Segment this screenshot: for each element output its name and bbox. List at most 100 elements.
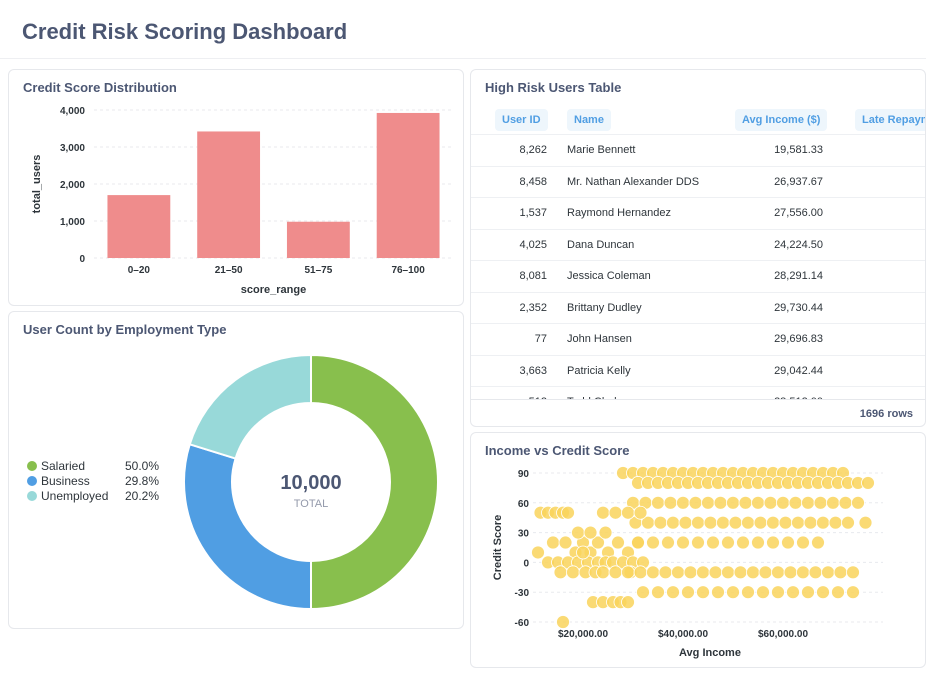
column-header-user-id[interactable]: User ID	[495, 109, 548, 131]
scatter-point[interactable]	[846, 565, 860, 580]
scatter-point[interactable]	[608, 565, 623, 580]
donut-slice-business[interactable]	[183, 443, 312, 611]
scatter-point[interactable]	[756, 585, 770, 600]
scatter-point[interactable]	[791, 515, 805, 530]
scatter-point[interactable]	[636, 585, 650, 600]
column-header-late-repayments[interactable]: Late Repaym	[855, 109, 925, 131]
scatter-point[interactable]	[786, 585, 800, 600]
scatter-point[interactable]	[753, 515, 768, 530]
scatter-point[interactable]	[726, 585, 740, 600]
scatter-point[interactable]	[633, 505, 648, 520]
scatter-point[interactable]	[813, 495, 828, 510]
scatter-point[interactable]	[711, 585, 725, 600]
credit-score-distribution-card[interactable]: Credit Score Distribution 0 1,000 2,000 3,0…	[8, 69, 464, 306]
scatter-point[interactable]	[676, 535, 690, 550]
scatter-point[interactable]	[763, 495, 778, 510]
scatter-point[interactable]	[733, 565, 748, 580]
scatter-point[interactable]	[611, 535, 625, 550]
scatter-point[interactable]	[658, 565, 673, 580]
scatter-point[interactable]	[646, 535, 660, 550]
scatter-point[interactable]	[746, 565, 760, 580]
scatter-point[interactable]	[796, 565, 810, 580]
table-row[interactable]: 3,663 Patricia Kelly 29,042.44	[471, 354, 925, 386]
scatter-point[interactable]	[561, 505, 575, 520]
scatter-point[interactable]	[661, 535, 675, 550]
scatter-point[interactable]	[608, 505, 623, 520]
bar[interactable]	[107, 195, 171, 258]
employment-type-card[interactable]: User Count by Employment Type Salaried 50…	[8, 311, 464, 629]
scatter-point[interactable]	[683, 565, 698, 580]
scatter-point[interactable]	[861, 476, 875, 490]
scatter-point[interactable]	[766, 515, 780, 530]
scatter-point[interactable]	[833, 565, 848, 580]
scatter-point[interactable]	[736, 535, 750, 550]
scatter-point[interactable]	[651, 495, 665, 510]
scatter-point[interactable]	[858, 515, 873, 530]
scatter-point[interactable]	[788, 495, 803, 510]
scatter-point[interactable]	[721, 535, 735, 550]
scatter-point[interactable]	[553, 565, 568, 580]
scatter-point[interactable]	[796, 535, 810, 550]
scatter-point[interactable]	[546, 535, 560, 550]
scatter-point[interactable]	[726, 495, 740, 510]
scatter-point[interactable]	[838, 495, 853, 510]
scatter-point[interactable]	[728, 515, 743, 530]
scatter-point[interactable]	[596, 565, 610, 580]
table-body[interactable]: 8,262 Marie Bennett 19,581.33 8,458 Mr. Nath…	[471, 134, 925, 399]
scatter-point[interactable]	[666, 515, 680, 530]
scatter-point[interactable]	[716, 515, 730, 530]
scatter-point[interactable]	[801, 585, 815, 600]
scatter-point[interactable]	[576, 545, 590, 560]
scatter-point[interactable]	[633, 565, 648, 580]
scatter-point[interactable]	[741, 515, 755, 530]
scatter-point[interactable]	[758, 565, 773, 580]
scatter-point[interactable]	[808, 565, 823, 580]
scatter-point[interactable]	[678, 515, 693, 530]
scatter-point[interactable]	[738, 495, 753, 510]
table-row[interactable]: 512Todd Clark28,512.00	[471, 386, 925, 399]
scatter-point[interactable]	[691, 515, 705, 530]
scatter-point[interactable]	[688, 495, 703, 510]
scatter-point[interactable]	[741, 585, 755, 600]
scatter-point[interactable]	[751, 495, 765, 510]
scatter-point[interactable]	[766, 535, 780, 550]
scatter-point[interactable]	[703, 515, 718, 530]
scatter-point[interactable]	[771, 565, 785, 580]
scatter-point[interactable]	[531, 545, 545, 560]
bar[interactable]	[197, 131, 261, 258]
scatter-point[interactable]	[681, 585, 695, 600]
scatter-point[interactable]	[596, 505, 610, 520]
donut-slice-unemployed[interactable]	[188, 353, 312, 460]
scatter-point[interactable]	[556, 615, 570, 629]
scatter-point[interactable]	[566, 565, 580, 580]
scatter-point[interactable]	[558, 535, 573, 550]
scatter-point[interactable]	[721, 565, 735, 580]
bar[interactable]	[376, 112, 440, 259]
card-title[interactable]: High Risk Users Table	[485, 80, 621, 95]
scatter-point[interactable]	[666, 585, 680, 600]
scatter-point[interactable]	[671, 565, 685, 580]
scatter-point[interactable]	[708, 565, 723, 580]
scatter-point[interactable]	[781, 535, 795, 550]
scatter-point[interactable]	[816, 515, 830, 530]
table-row[interactable]: 8,262 Marie Bennett 19,581.33	[471, 134, 925, 165]
scatter-point[interactable]	[846, 585, 860, 600]
scatter-point[interactable]	[826, 495, 840, 510]
scatter-point[interactable]	[778, 515, 793, 530]
scatter-point[interactable]	[583, 525, 598, 540]
scatter-point[interactable]	[821, 565, 835, 580]
scatter-point[interactable]	[828, 515, 843, 530]
table-row[interactable]: 8,081 Jessica Coleman 28,291.14	[471, 260, 925, 291]
scatter-point[interactable]	[631, 535, 645, 550]
scatter-point[interactable]	[651, 585, 665, 600]
scatter-point[interactable]	[676, 495, 690, 510]
bar[interactable]	[286, 221, 350, 258]
scatter-point[interactable]	[653, 515, 668, 530]
scatter-point[interactable]	[816, 585, 830, 600]
scatter-point[interactable]	[696, 565, 710, 580]
scatter-point[interactable]	[706, 535, 720, 550]
scatter-point[interactable]	[811, 535, 825, 550]
scatter-point[interactable]	[851, 495, 865, 510]
scatter-point[interactable]	[691, 535, 705, 550]
scatter-point[interactable]	[751, 535, 765, 550]
